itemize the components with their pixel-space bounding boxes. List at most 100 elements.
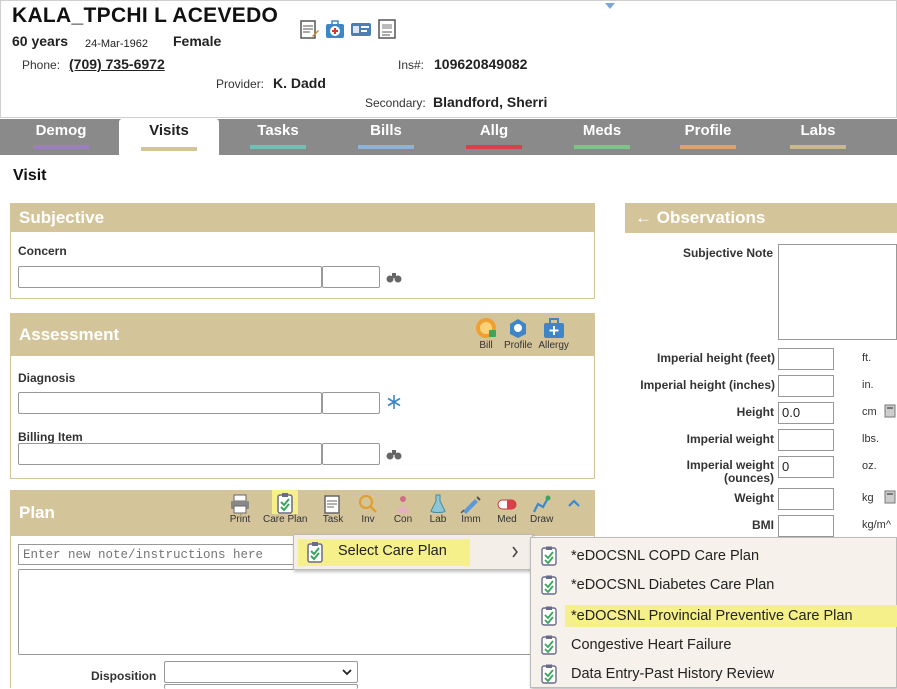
calculator-icon[interactable] (884, 404, 896, 418)
bill-label: Bill (479, 340, 493, 351)
care-plan-option-label: Data Entry-Past History Review (571, 666, 775, 682)
binoculars-icon[interactable] (386, 447, 402, 461)
print-tool[interactable]: Print (229, 494, 251, 525)
lab-tool[interactable]: Lab (427, 494, 449, 525)
select-care-plan-item[interactable]: Select Care Plan (338, 543, 447, 559)
pill-icon (497, 499, 517, 510)
care-plan-menu: Select Care Plan (293, 534, 533, 570)
medical-kit-icon[interactable] (324, 18, 346, 40)
assessment-actions: Bill Profile Allergy (474, 316, 569, 351)
magnifier-icon (358, 494, 377, 513)
care-plan-option[interactable]: Data Entry-Past History Review (531, 660, 896, 689)
care-plan-icon (541, 606, 557, 626)
height-input[interactable]: 0.0 (778, 402, 834, 424)
tab-demog[interactable]: Demog (13, 119, 109, 155)
obs-unit: lbs. (862, 433, 880, 445)
billing-code-input[interactable] (322, 443, 380, 465)
profile-label: Profile (504, 340, 533, 351)
tab-meds[interactable]: Meds (554, 119, 650, 155)
imm-tool[interactable]: Imm (460, 494, 482, 525)
phone-label: Phone: (22, 58, 61, 72)
subjective-note-label: Subjective Note (682, 246, 773, 260)
profile-icon (510, 319, 527, 338)
task-icon (324, 495, 340, 514)
tab-tasks[interactable]: Tasks (230, 119, 326, 155)
tab-profile[interactable]: Profile (660, 119, 756, 155)
task-tool[interactable]: Task (322, 494, 344, 525)
care-plan-option[interactable]: *eDOCSNL Provincial Preventive Care Plan (531, 602, 897, 631)
tab-label: Allg (479, 122, 509, 139)
care-plan-tool[interactable]: Care Plan (263, 490, 307, 525)
calculator-icon[interactable] (884, 490, 896, 504)
ins-value: 109620849082 (434, 56, 528, 72)
tab-visits[interactable]: Visits (119, 119, 219, 157)
care-plan-option-label: *eDOCSNL Provincial Preventive Care Plan (571, 608, 853, 624)
weight-input[interactable] (778, 488, 834, 510)
billing-item-input[interactable] (18, 443, 322, 465)
care-plan-option[interactable]: *eDOCSNL COPD Care Plan (531, 542, 896, 571)
care-plan-label: Care Plan (263, 514, 308, 525)
imperial-height-inches-input[interactable] (778, 375, 834, 397)
subjective-note-textarea[interactable] (778, 244, 897, 340)
binoculars-icon[interactable] (386, 270, 402, 284)
disposition-label: Disposition (91, 669, 157, 683)
inv-tool[interactable]: Inv (357, 494, 379, 525)
tab-bills[interactable]: Bills (338, 119, 434, 155)
billing-item-label: Billing Item (18, 430, 83, 444)
diagnosis-input[interactable] (18, 392, 322, 414)
obs-label: Imperial height (feet) (656, 351, 775, 365)
allergy-action[interactable]: Allergy (538, 316, 569, 351)
concern-code-input[interactable] (322, 266, 380, 288)
obs-unit: oz. (862, 460, 877, 472)
draw-label: Draw (530, 514, 554, 525)
page-title: Visit (13, 167, 47, 184)
phone-link[interactable]: (709) 735-6972 (69, 56, 165, 72)
provider-label: Provider: (216, 77, 265, 91)
diagnosis-code-input[interactable] (322, 392, 380, 414)
draw-tool[interactable]: Draw (530, 494, 553, 525)
plan-note-input[interactable] (18, 544, 308, 565)
disposition-select[interactable] (164, 661, 358, 683)
obs-unit: cm (862, 406, 877, 418)
tab-label: Labs (800, 122, 836, 139)
snowflake-icon[interactable] (386, 394, 402, 410)
con-tool[interactable]: Con (392, 494, 414, 525)
obs-label: BMI (752, 518, 774, 532)
chevron-right-icon (512, 546, 518, 558)
plan-instructions-textarea[interactable] (18, 569, 538, 655)
care-plan-submenu: *eDOCSNL COPD Care Plan *eDOCSNL Diabete… (530, 537, 897, 688)
imperial-weight-input[interactable] (778, 429, 834, 451)
subjective-panel: Subjective Concern (10, 203, 595, 299)
tab-allg[interactable]: Allg (446, 119, 542, 155)
tab-label: Visits (149, 122, 189, 139)
syringe-icon (460, 496, 481, 514)
notes-icon[interactable] (298, 18, 320, 40)
obs-unit: kg (862, 492, 874, 504)
tab-bar: Demog Visits Tasks Bills Allg Meds Profi… (0, 119, 897, 157)
task-label: Task (322, 514, 344, 525)
tab-label: Bills (370, 122, 402, 139)
care-plan-option-label: Congestive Heart Failure (571, 637, 732, 653)
care-plan-icon (541, 664, 557, 684)
assessment-panel: Assessment Bill Profile Allergy Diagnosi… (10, 313, 595, 479)
imperial-height-feet-input[interactable] (778, 348, 834, 370)
observations-header[interactable]: ← Observations (625, 203, 897, 233)
bill-action[interactable]: Bill (474, 316, 498, 351)
care-plan-option[interactable]: Congestive Heart Failure (531, 631, 896, 660)
profile-action[interactable]: Profile (504, 316, 532, 351)
bill-icon (476, 318, 496, 338)
chevron-down-icon (342, 669, 352, 676)
concern-input[interactable] (18, 266, 322, 288)
bmi-input[interactable] (778, 515, 834, 537)
obs-unit: kg/m^ (862, 519, 891, 531)
id-card-icon[interactable] (350, 18, 372, 40)
document-icon[interactable] (376, 18, 398, 40)
chevron-up-icon[interactable] (567, 498, 581, 508)
imperial-weight-ounces-input[interactable]: 0 (778, 456, 834, 478)
care-plan-option[interactable]: *eDOCSNL Diabetes Care Plan (531, 571, 896, 600)
draw-icon (532, 495, 551, 513)
tab-labs[interactable]: Labs (770, 119, 866, 155)
dropdown-indicator-icon[interactable] (605, 3, 615, 9)
header-icons (298, 18, 398, 44)
med-tool[interactable]: Med (496, 494, 518, 525)
